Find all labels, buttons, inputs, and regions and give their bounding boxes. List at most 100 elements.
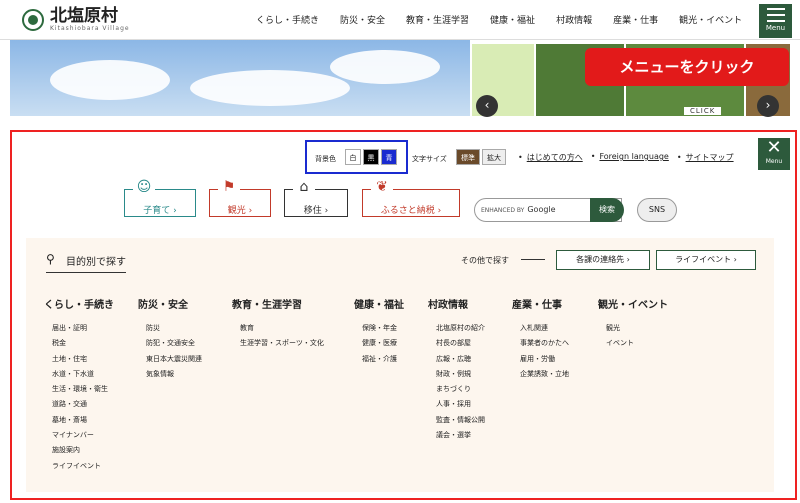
link-first-visit[interactable]: はじめての方へ [518, 152, 583, 163]
menu-link[interactable]: 財政・例規 [436, 367, 485, 382]
bg-black-button[interactable]: 黒 [363, 149, 379, 165]
column-kankou: 観光・イベント 観光 イベント [598, 296, 668, 352]
logo-name: 北塩原村 [50, 6, 118, 26]
close-button-label: Menu [765, 158, 783, 165]
column-kyouiku: 教育・生涯学習 教育 生涯学習・スポーツ・文化 [232, 296, 324, 352]
nav-kenkou[interactable]: 健康・福祉 [482, 8, 541, 28]
font-size-large-button[interactable]: 拡大 [482, 149, 506, 165]
menu-link[interactable]: ライフイベント [52, 459, 114, 474]
menu-link[interactable]: 生活・環境・衛生 [52, 382, 114, 397]
menu-link[interactable]: 村長の部屋 [436, 336, 485, 351]
bg-blue-button[interactable]: 青 [381, 149, 397, 165]
menu-link[interactable]: 観光 [606, 321, 668, 336]
global-nav: くらし・手続き 防災・安全 教育・生涯学習 健康・福祉 村政情報 産業・仕事 観… [247, 8, 748, 28]
expanded-menu-panel: ✕ Menu 背景色 白 黒 青 文字サイズ 標準 拡大 はじめての方へ For… [10, 130, 797, 500]
menu-link[interactable]: 企業誘致・立地 [520, 367, 569, 382]
ribbon-icon: ❦ [371, 178, 393, 196]
menu-link[interactable]: 保険・年金 [362, 321, 404, 336]
column-heading[interactable]: くらし・手続き [44, 296, 114, 311]
menu-link[interactable]: 東日本大震災関連 [146, 352, 202, 367]
font-size-standard-button[interactable]: 標準 [456, 149, 480, 165]
purpose-title: ⚲ 目的別で探す [46, 252, 126, 273]
background-color-label: 背景色 [315, 155, 336, 163]
purpose-search-section: ⚲ 目的別で探す その他で探す 各課の連絡先 › ライフイベント › くらし・手… [26, 238, 774, 492]
column-heading[interactable]: 教育・生涯学習 [232, 296, 324, 311]
category-tourism-button[interactable]: ⚑ 観光 › [209, 178, 271, 217]
column-kenkou: 健康・福祉 保険・年金 健康・医療 福祉・介護 [354, 296, 404, 367]
menu-link[interactable]: 生涯学習・スポーツ・文化 [240, 336, 324, 351]
arrow-line [521, 259, 545, 260]
slider-prev-button[interactable]: ‹ [476, 95, 498, 117]
menu-link[interactable]: 届出・証明 [52, 321, 114, 336]
menu-link[interactable]: 議会・選挙 [436, 428, 485, 443]
menu-link[interactable]: 墓地・斎場 [52, 413, 114, 428]
menu-link[interactable]: 広報・広聴 [436, 352, 485, 367]
column-heading[interactable]: 防災・安全 [138, 296, 202, 311]
menu-link[interactable]: まちづくり [436, 382, 485, 397]
column-sonsei: 村政情報 北塩原村の紹介 村長の部屋 広報・広聴 財政・例規 まちづくり 人事・… [428, 296, 485, 443]
slider-next-button[interactable]: › [757, 95, 779, 117]
menu-link[interactable]: 水道・下水道 [52, 367, 114, 382]
menu-link[interactable]: 施設案内 [52, 443, 114, 458]
bg-white-button[interactable]: 白 [345, 149, 361, 165]
menu-close-button[interactable]: ✕ Menu [758, 138, 790, 170]
column-heading[interactable]: 健康・福祉 [354, 296, 404, 311]
menu-link[interactable]: イベント [606, 336, 668, 351]
magnifier-icon: ⚲ [46, 252, 55, 266]
flag-icon: ⚑ [218, 178, 240, 196]
column-heading[interactable]: 産業・仕事 [512, 296, 569, 311]
menu-button[interactable]: Menu [759, 4, 792, 38]
menu-link[interactable]: 福祉・介護 [362, 352, 404, 367]
village-emblem-icon [22, 8, 44, 31]
department-contacts-button[interactable]: 各課の連絡先 › [556, 250, 650, 270]
menu-link[interactable]: 雇用・労働 [520, 352, 569, 367]
menu-button-label: Menu [765, 24, 786, 32]
link-foreign-language[interactable]: Foreign language [591, 152, 668, 163]
category-relocation-button[interactable]: ⌂ 移住 › [284, 178, 348, 217]
font-size-label: 文字サイズ [412, 155, 447, 163]
menu-link[interactable]: 監査・情報公開 [436, 413, 485, 428]
menu-link[interactable]: 入札関連 [520, 321, 569, 336]
menu-link[interactable]: 税金 [52, 336, 114, 351]
family-icon: ☺ [133, 178, 155, 196]
column-heading[interactable]: 村政情報 [428, 296, 485, 311]
nav-kurashi[interactable]: くらし・手続き [247, 8, 325, 28]
other-search-label: その他で探す [461, 256, 509, 265]
menu-link[interactable]: 防犯・交通安全 [146, 336, 202, 351]
nav-sangyou[interactable]: 産業・仕事 [605, 8, 664, 28]
column-bousai: 防災・安全 防災 防犯・交通安全 東日本大震災関連 気象情報 [138, 296, 202, 382]
nav-kyouiku[interactable]: 教育・生涯学習 [398, 8, 475, 28]
life-events-button[interactable]: ライフイベント › [656, 250, 756, 270]
menu-link[interactable]: 教育 [240, 321, 324, 336]
link-sitemap[interactable]: サイトマップ [677, 152, 734, 163]
menu-link[interactable]: 土地・住宅 [52, 352, 114, 367]
column-kurashi: くらし・手続き 届出・証明 税金 土地・住宅 水道・下水道 生活・環境・衛生 道… [44, 296, 114, 474]
category-childcare-button[interactable]: ☺ 子育て › [124, 178, 196, 217]
click-tag: CLICK [684, 107, 722, 115]
page: 北塩原村 Kitashiobara Village くらし・手続き 防災・安全 … [0, 0, 800, 503]
menu-link[interactable]: 北塩原村の紹介 [436, 321, 485, 336]
menu-link[interactable]: 道路・交通 [52, 397, 114, 412]
column-sangyou: 産業・仕事 入札関連 事業者のかたへ 雇用・労働 企業誘致・立地 [512, 296, 569, 382]
sns-button[interactable]: SNS [637, 198, 677, 222]
menu-link[interactable]: 防災 [146, 321, 202, 336]
instruction-callout: メニューをクリック [585, 48, 789, 86]
logo-sub: Kitashiobara Village [50, 25, 130, 32]
search-button[interactable]: 検索 [590, 198, 624, 222]
category-furusato-button[interactable]: ❦ ふるさと納税 › [362, 178, 460, 217]
site-header: 北塩原村 Kitashiobara Village くらし・手続き 防災・安全 … [0, 0, 800, 40]
sky-photo [10, 40, 470, 116]
menu-link[interactable]: 事業者のかたへ [520, 336, 569, 351]
close-icon: ✕ [766, 137, 782, 158]
nav-kankou[interactable]: 観光・イベント [671, 8, 748, 28]
menu-link[interactable]: マイナンバー [52, 428, 114, 443]
menu-link[interactable]: 健康・医療 [362, 336, 404, 351]
utility-links: はじめての方へ Foreign language サイトマップ [518, 152, 734, 163]
nav-sonsei[interactable]: 村政情報 [548, 8, 598, 28]
menu-link[interactable]: 人事・採用 [436, 397, 485, 412]
menu-link[interactable]: 気象情報 [146, 367, 202, 382]
column-heading[interactable]: 観光・イベント [598, 296, 668, 311]
nav-bousai[interactable]: 防災・安全 [332, 8, 391, 28]
site-logo[interactable]: 北塩原村 Kitashiobara Village [22, 7, 130, 32]
house-icon: ⌂ [293, 178, 315, 196]
